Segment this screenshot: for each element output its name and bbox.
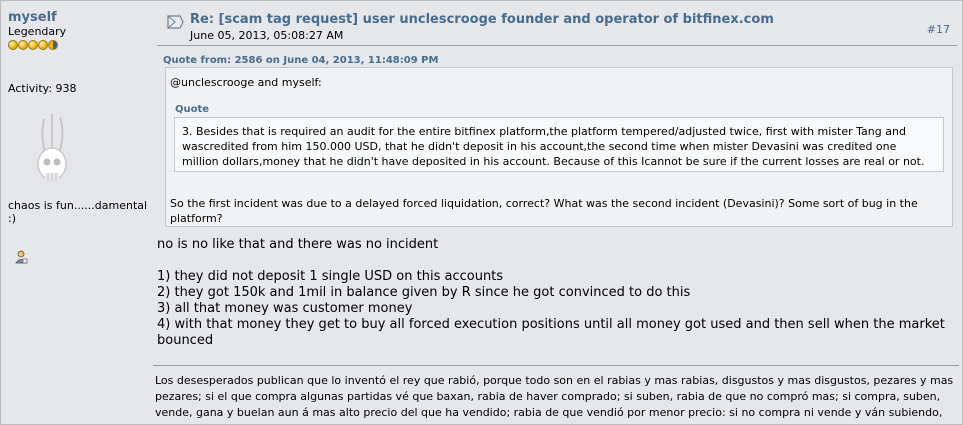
post-date: June 05, 2013, 05:08:27 AM [190,29,344,42]
reply-line: no is no like that and there was no inci… [157,237,439,252]
signature: Los desesperados publican que lo inventó… [155,374,954,419]
quote-header-link[interactable]: Quote from: 2586 on June 04, 2013, 11:48… [163,55,438,66]
coin-icon [28,40,38,50]
coin-icon [8,40,18,50]
signature-divider [153,365,959,366]
profile-icon[interactable] [14,250,28,264]
reply-item: 1) they did not deposit 1 single USD on … [157,269,504,284]
coin-icon [18,40,28,50]
reply-item: 3) all that money was customer money [157,301,413,316]
divider [157,45,957,46]
nested-quote-header: Quote [175,104,210,115]
poster-info: myself Legendary Activity: 938 chaos is … [8,11,153,264]
coin-icon [38,40,48,50]
reply-item: 2) they got 150k and 1mil in balance giv… [157,285,691,300]
rank-coins-icon [8,40,153,52]
message-icon [167,15,184,29]
quote-question: So the first incident was due to a delay… [170,197,918,225]
avatar [37,114,67,181]
post-body: no is no like that and there was no inci… [157,237,957,349]
post-container: myself Legendary Activity: 938 chaos is … [0,0,963,425]
poster-rank: Legendary [8,25,67,38]
reply-item: 4) with that money they get to buy all f… [157,317,945,348]
coin-icon [48,40,58,50]
poster-activity: Activity: 938 [8,82,77,95]
poster-personal-text: chaos is fun......damental :) [8,199,148,225]
post-subject-link[interactable]: Re: [scam tag request] user unclescrooge… [190,12,774,27]
quote-intro: @unclescrooge and myself: [170,76,322,89]
nested-quote-block: 3. Besides that is required an audit for… [174,117,944,172]
post-number-link[interactable]: #17 [927,23,950,36]
poster-name-link[interactable]: myself [8,11,153,25]
quote-block: @unclescrooge and myself: Quote 3. Besid… [165,67,953,227]
